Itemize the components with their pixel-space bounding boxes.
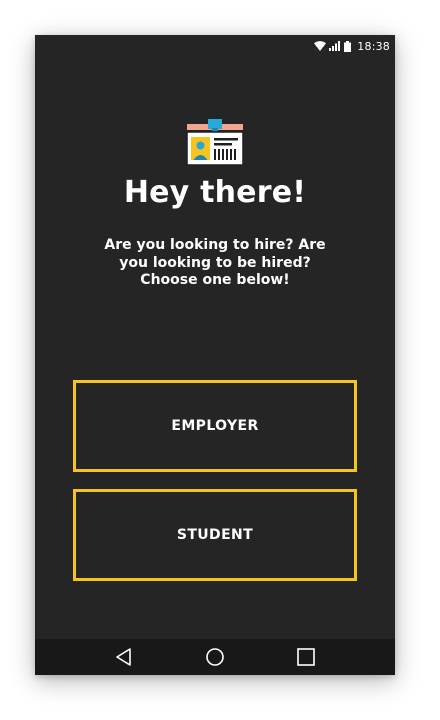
student-button[interactable]: STUDENT <box>73 489 357 581</box>
app-screen: 18:38 Hey there! Are you looking to hire… <box>35 35 395 675</box>
status-time: 18:38 <box>357 39 390 53</box>
status-bar: 18:38 <box>35 35 395 57</box>
home-icon[interactable] <box>203 645 227 669</box>
recents-icon[interactable] <box>294 645 318 669</box>
page-title: Hey there! <box>123 175 307 210</box>
battery-icon <box>344 40 352 52</box>
id-badge-icon <box>185 119 245 171</box>
page-subtitle: Are you looking to hire? Are you looking… <box>104 237 326 288</box>
back-icon[interactable] <box>112 645 136 669</box>
navigation-bar <box>35 639 395 675</box>
employer-button[interactable]: EMPLOYER <box>73 380 357 472</box>
signal-icon <box>329 41 341 51</box>
wifi-icon <box>314 41 327 51</box>
